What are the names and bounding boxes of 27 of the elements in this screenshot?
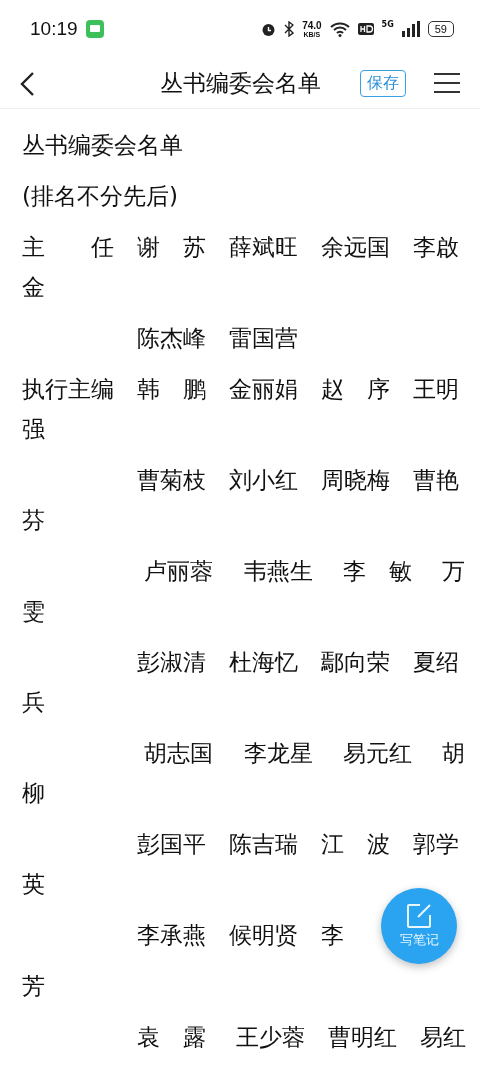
bluetooth-icon <box>284 21 295 37</box>
page-title: 丛书编委会名单 <box>159 68 321 98</box>
name-list-line: 卢丽蓉 韦燕生 李 敏 万雯 <box>22 557 467 626</box>
name-list-line: 主 任 谢 苏 薛斌旺 余远国 李啟金 <box>22 233 460 302</box>
wifi-icon <box>329 21 350 37</box>
signal-icon <box>401 21 420 37</box>
status-time: 10:19 <box>30 18 78 40</box>
alarm-icon <box>261 21 277 37</box>
message-icon <box>85 20 104 38</box>
name-list-line: 芳 <box>22 972 45 1001</box>
network-type: 5G <box>381 20 394 29</box>
write-note-button[interactable]: 写笔记 <box>381 888 457 964</box>
name-list-line: 彭淑清 杜海忆 鄢向荣 夏绍兵 <box>22 648 460 717</box>
document-title: 丛书编委会名单 <box>22 131 183 160</box>
name-list-line: 曹菊枝 刘小红 周晓梅 曹艳芬 <box>22 466 460 535</box>
edit-icon <box>406 903 432 929</box>
hd-icon <box>357 23 374 35</box>
name-list-line: 陈杰峰 雷国营 <box>136 324 298 353</box>
name-list-line: 执行主编 韩 鹏 金丽娟 赵 序 王明强 <box>22 375 460 444</box>
save-button[interactable]: 保存 <box>360 70 406 97</box>
menu-icon[interactable] <box>433 72 461 94</box>
name-list-line: 李承燕 候明贤 李 <box>136 921 344 950</box>
name-list-line: 袁 露 王少蓉 曹明红 易红 <box>136 1023 467 1052</box>
document-note: (排名不分先后) <box>22 182 178 211</box>
back-icon[interactable] <box>18 71 36 97</box>
battery-level: 59 <box>427 21 454 37</box>
name-list-line: 胡志国 李龙星 易元红 胡柳 <box>22 739 467 808</box>
